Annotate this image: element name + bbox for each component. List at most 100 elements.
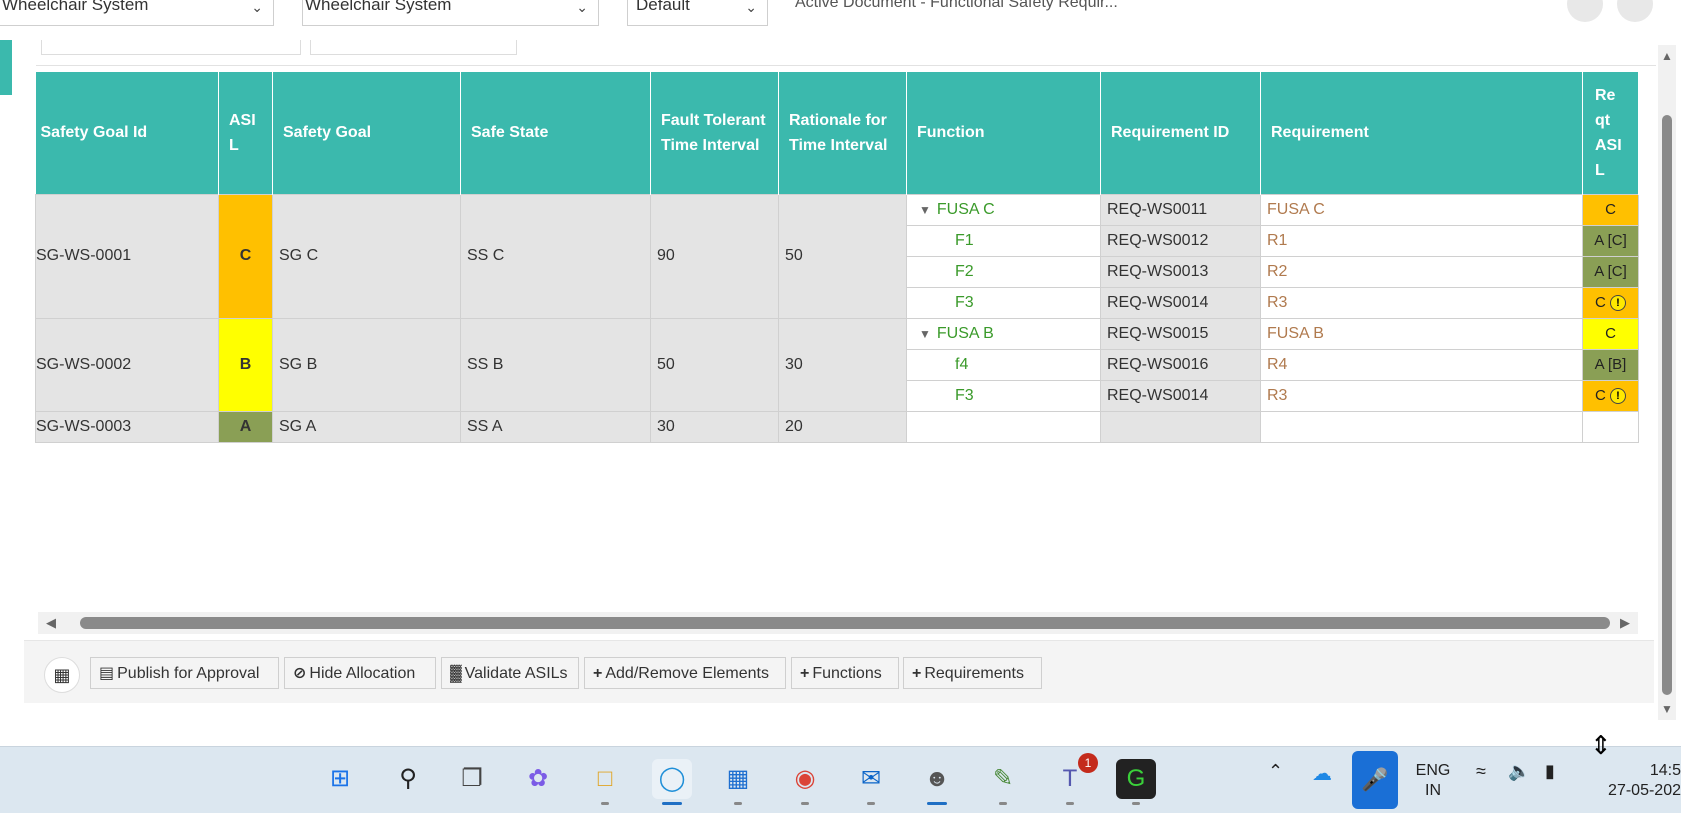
onedrive-icon[interactable]: ☁: [1312, 761, 1332, 786]
requirement-text[interactable]: R3: [1260, 379, 1583, 412]
header-requirement-id[interactable]: Requirement ID: [1100, 72, 1261, 194]
header-rationale[interactable]: Rationale for Time Interval: [778, 72, 907, 194]
windows-start-icon[interactable]: ⊞: [320, 759, 360, 799]
validate-asils-button[interactable]: ▓ Validate ASILs: [441, 657, 579, 689]
publish-for-approval-button[interactable]: ▤ Publish for Approval: [90, 657, 279, 689]
horizontal-scrollbar[interactable]: ◀ ▶: [38, 612, 1638, 634]
edge-browser-icon[interactable]: ◯: [652, 759, 692, 805]
clock[interactable]: 14:5 27-05-202: [1590, 761, 1681, 801]
requirement-id-empty[interactable]: [1100, 410, 1261, 443]
safety-goal-id[interactable]: SG-WS-0002: [35, 317, 219, 412]
header-safety-goal[interactable]: Safety Goal: [272, 72, 461, 194]
function-cell[interactable]: ▼ FUSA B: [906, 317, 1101, 350]
header-function[interactable]: Function: [906, 72, 1101, 194]
scroll-up-icon[interactable]: ▲: [1661, 49, 1673, 63]
view-dropdown[interactable]: Default ⌄: [627, 0, 768, 26]
copilot-icon[interactable]: ✿: [518, 759, 558, 799]
function-name[interactable]: F3: [906, 379, 1101, 412]
requirement-id[interactable]: REQ-WS0016: [1100, 348, 1261, 381]
add-remove-elements-button[interactable]: + Add/Remove Elements: [584, 657, 786, 689]
vertical-scrollbar[interactable]: ▲ ▼: [1658, 45, 1676, 720]
ftti-value[interactable]: 30: [650, 410, 779, 443]
function-name[interactable]: F1: [906, 224, 1101, 257]
safe-state[interactable]: SS B: [460, 317, 651, 412]
header-reqt-asil[interactable]: Re qt ASI L: [1582, 72, 1639, 194]
microsoft-store-icon[interactable]: ▦: [718, 759, 758, 805]
task-view-icon[interactable]: ❐: [452, 759, 492, 799]
scroll-down-icon[interactable]: ▼: [1661, 702, 1673, 716]
search-icon[interactable]: ⚲: [388, 759, 428, 799]
settings-button[interactable]: [1617, 0, 1653, 22]
header-safe-state[interactable]: Safe State: [460, 72, 651, 194]
requirement-id[interactable]: REQ-WS0012: [1100, 224, 1261, 257]
scroll-right-icon[interactable]: ▶: [1620, 615, 1630, 631]
header-asil[interactable]: ASI L: [218, 72, 273, 194]
requirement-text-empty[interactable]: [1260, 410, 1583, 443]
volume-icon[interactable]: 🔈: [1508, 761, 1530, 782]
safety-goal-id[interactable]: SG-WS-0003: [35, 410, 219, 443]
safety-goal[interactable]: SG C: [272, 193, 461, 319]
collapse-triangle-icon[interactable]: ▼: [919, 327, 931, 341]
requirement-text[interactable]: R3: [1260, 286, 1583, 319]
project-dropdown[interactable]: Wheelchair System ⌄: [0, 0, 274, 26]
language-indicator[interactable]: ENG IN: [1413, 761, 1453, 801]
battery-icon[interactable]: ▮: [1545, 761, 1555, 782]
filter-input-2[interactable]: [310, 40, 517, 55]
header-safety-goal-id[interactable]: Safety Goal Id: [35, 72, 219, 194]
grid-menu-button[interactable]: ▦: [44, 657, 80, 693]
scroll-left-icon[interactable]: ◀: [46, 615, 56, 631]
app-notepad-icon[interactable]: ✎: [983, 759, 1023, 805]
divider: [36, 65, 1656, 66]
windows-taskbar: ⊞ ⚲ ❐ ✿ □ ◯ ▦ ◉ ✉ ☻ ✎ T1 G ⌃ ☁ 🎤 ENG IN …: [0, 746, 1681, 813]
function-cell-empty[interactable]: [906, 410, 1101, 443]
function-name[interactable]: F2: [906, 255, 1101, 288]
safety-goal[interactable]: SG B: [272, 317, 461, 412]
requirement-id[interactable]: REQ-WS0011: [1100, 193, 1261, 226]
safety-goal[interactable]: SG A: [272, 410, 461, 443]
requirement-text[interactable]: R1: [1260, 224, 1583, 257]
expand-button[interactable]: [1567, 0, 1603, 22]
safety-goal-id[interactable]: SG-WS-0001: [35, 193, 219, 319]
chrome-icon[interactable]: ◉: [785, 759, 825, 805]
ftti-value[interactable]: 50: [650, 317, 779, 412]
safe-state[interactable]: SS A: [460, 410, 651, 443]
rationale-value[interactable]: 30: [778, 317, 907, 412]
requirement-text[interactable]: R4: [1260, 348, 1583, 381]
requirement-text[interactable]: FUSA C: [1260, 193, 1583, 226]
scrollbar-thumb[interactable]: [1662, 115, 1672, 695]
function-name[interactable]: f4: [906, 348, 1101, 381]
outlook-icon[interactable]: ✉: [851, 759, 891, 805]
wifi-icon[interactable]: ≈: [1476, 761, 1486, 782]
app-terminal-icon[interactable]: G: [1116, 759, 1156, 805]
microphone-icon[interactable]: 🎤: [1352, 751, 1398, 809]
hide-allocation-button[interactable]: ⊘ Hide Allocation: [284, 657, 436, 689]
requirement-id[interactable]: REQ-WS0015: [1100, 317, 1261, 350]
requirement-id[interactable]: REQ-WS0013: [1100, 255, 1261, 288]
ftti-value[interactable]: 90: [650, 193, 779, 319]
header-ftti[interactable]: Fault Tolerant Time Interval: [650, 72, 779, 194]
requirement-id[interactable]: REQ-WS0014: [1100, 286, 1261, 319]
header-requirement[interactable]: Requirement: [1260, 72, 1583, 194]
requirements-button[interactable]: + Requirements: [903, 657, 1042, 689]
system-dropdown[interactable]: Wheelchair System ⌄: [302, 0, 599, 26]
system-dropdown-value: Wheelchair System: [305, 0, 452, 14]
requirement-text[interactable]: FUSA B: [1260, 317, 1583, 350]
warning-icon[interactable]: !: [1610, 388, 1626, 405]
teams-icon[interactable]: T1: [1050, 753, 1098, 805]
safe-state[interactable]: SS C: [460, 193, 651, 319]
collapse-triangle-icon[interactable]: ▼: [919, 203, 931, 217]
side-panel-tab[interactable]: [0, 40, 12, 95]
functions-button[interactable]: + Functions: [791, 657, 899, 689]
app-mouse-icon[interactable]: ☻: [917, 759, 957, 805]
warning-icon[interactable]: !: [1610, 295, 1626, 312]
function-name[interactable]: F3: [906, 286, 1101, 319]
rationale-value[interactable]: 50: [778, 193, 907, 319]
requirement-id[interactable]: REQ-WS0014: [1100, 379, 1261, 412]
rationale-value[interactable]: 20: [778, 410, 907, 443]
chevron-up-icon[interactable]: ⌃: [1268, 761, 1283, 782]
scrollbar-thumb[interactable]: [80, 617, 1610, 629]
file-explorer-icon[interactable]: □: [585, 759, 625, 805]
function-cell[interactable]: ▼ FUSA C: [906, 193, 1101, 226]
filter-input-1[interactable]: [41, 40, 301, 55]
requirement-text[interactable]: R2: [1260, 255, 1583, 288]
